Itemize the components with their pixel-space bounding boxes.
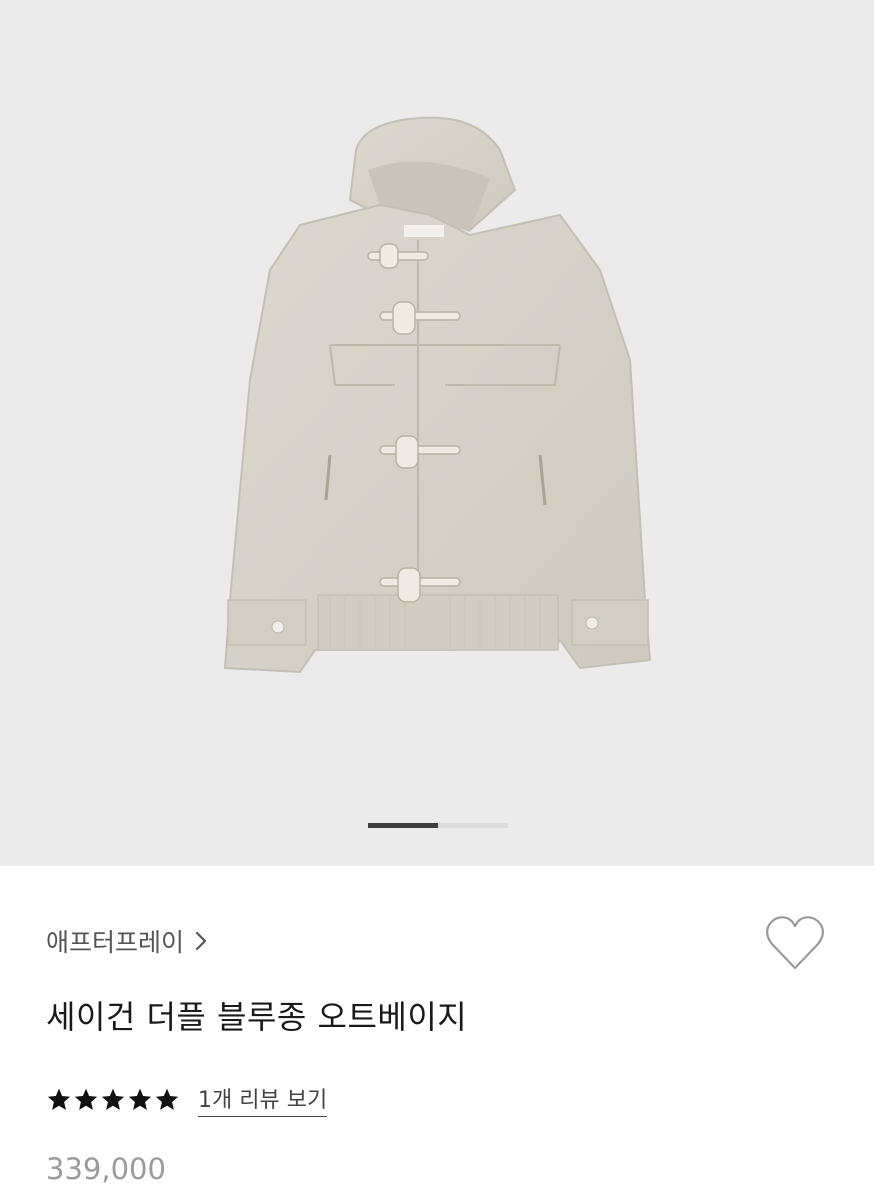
review-link[interactable]: 1개 리뷰 보기 [198, 1082, 328, 1117]
brand-name: 애프터프레이 [46, 928, 185, 957]
slide-indicator-inactive[interactable] [438, 823, 508, 828]
product-title: 세이건 더플 블루종 오트베이지 [46, 998, 468, 1036]
star-icon [101, 1088, 125, 1110]
heart-icon[interactable] [764, 914, 826, 972]
star-icon [47, 1088, 71, 1110]
rating: 1개 리뷰 보기 [46, 1082, 328, 1117]
chevron-right-icon [195, 931, 207, 951]
slide-indicator [368, 823, 508, 828]
star-icon [128, 1088, 152, 1110]
star-icon [155, 1088, 179, 1110]
product-image [223, 116, 652, 674]
slide-indicator-active[interactable] [368, 823, 438, 828]
brand-link[interactable]: 애프터프레이 [46, 924, 210, 958]
product-gallery[interactable] [0, 0, 874, 866]
product-price: 339,000 [46, 1152, 166, 1186]
rating-stars [46, 1087, 180, 1112]
product-info: 애프터프레이 세이건 더플 블루종 오트베이지 1개 리뷰 보기 339,000 [0, 866, 874, 1200]
star-icon [74, 1088, 98, 1110]
